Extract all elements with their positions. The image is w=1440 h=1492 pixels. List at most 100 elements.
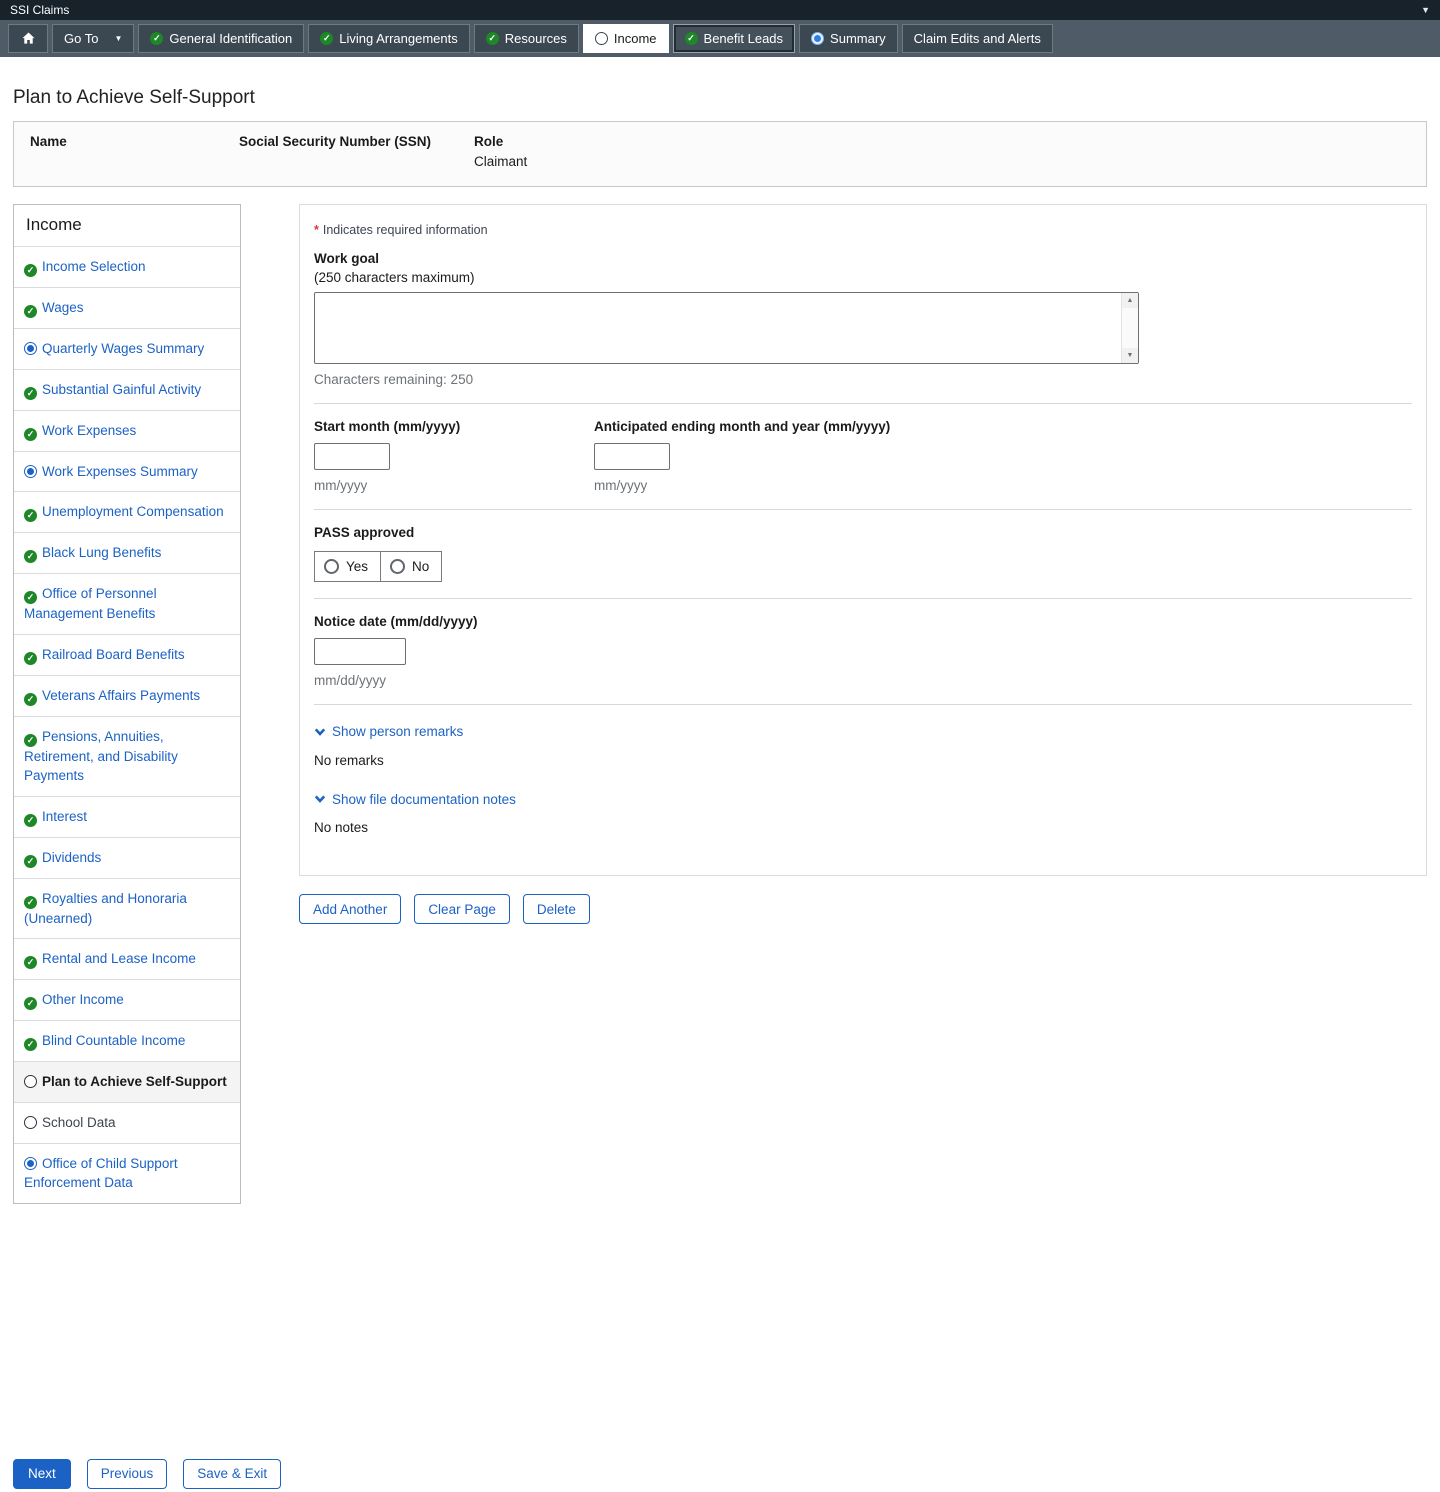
check-icon: ✓ xyxy=(24,814,37,827)
sidebar-item-school-data[interactable]: School Data xyxy=(14,1102,240,1143)
pass-approved-yes-radio[interactable]: Yes xyxy=(315,552,380,581)
sidebar-item-label: Income Selection xyxy=(42,259,146,274)
target-icon xyxy=(24,465,37,478)
check-icon: ✓ xyxy=(685,32,698,45)
tab-resources[interactable]: ✓Resources xyxy=(474,24,579,53)
sidebar-item-wages[interactable]: ✓Wages xyxy=(14,287,240,328)
sidebar-item-dividends[interactable]: ✓Dividends xyxy=(14,837,240,878)
person-name-col: Name xyxy=(30,134,239,170)
sidebar-item-quarterly-wages-summary[interactable]: Quarterly Wages Summary xyxy=(14,328,240,369)
name-label: Name xyxy=(30,134,239,149)
add-another-button[interactable]: Add Another xyxy=(299,894,401,924)
clear-page-button[interactable]: Clear Page xyxy=(414,894,510,924)
income-sidebar: Income ✓ Income Selection ✓Wages Quarterly … xyxy=(13,204,241,1204)
check-icon: ✓ xyxy=(24,1038,37,1051)
sidebar-item-label: Other Income xyxy=(42,992,124,1007)
sidebar-item-work-expenses-summary[interactable]: Work Expenses Summary xyxy=(14,451,240,492)
titlebar-dropdown-icon[interactable]: ▼ xyxy=(1421,5,1430,15)
name-value xyxy=(30,154,239,170)
sidebar-item-pensions-annuities-retirement-and-disability-payments[interactable]: ✓Pensions, Annuities, Retirement, and Di… xyxy=(14,716,240,796)
circle-icon xyxy=(595,32,608,45)
tab-summary[interactable]: Summary xyxy=(799,24,898,53)
required-note-text: Indicates required information xyxy=(323,223,488,237)
main-column: *Indicates required information Work goa… xyxy=(299,204,1427,924)
target-icon xyxy=(811,32,824,45)
tab-income[interactable]: Income xyxy=(583,24,669,53)
role-value: Claimant xyxy=(474,154,1410,170)
sidebar-item-plan-to-achieve-self-support[interactable]: Plan to Achieve Self-Support xyxy=(14,1061,240,1102)
sidebar-item-label: Office of Child Support Enforcement Data xyxy=(24,1156,178,1191)
sidebar-item-veterans-affairs-payments[interactable]: ✓ Veterans Affairs Payments xyxy=(14,675,240,716)
sidebar-item-label: Black Lung Benefits xyxy=(42,545,161,560)
page-body: Plan to Achieve Self-Support Name Social… xyxy=(0,87,1440,1489)
goto-dropdown[interactable]: Go To ▼ xyxy=(52,24,134,53)
radio-circle-icon xyxy=(390,559,405,574)
person-remarks-toggle-label: Show person remarks xyxy=(332,724,463,739)
check-icon: ✓ xyxy=(486,32,499,45)
app-title: SSI Claims xyxy=(10,3,69,17)
sidebar-item-royalties-and-honoraria-unearned[interactable]: ✓Royalties and Honoraria (Unearned) xyxy=(14,878,240,939)
check-icon: ✓ xyxy=(24,734,37,747)
person-role-col: Role Claimant xyxy=(474,134,1410,170)
tab-living-arrangements[interactable]: ✓Living Arrangements xyxy=(308,24,470,53)
sidebar-item-unemployment-compensation[interactable]: ✓Unemployment Compensation xyxy=(14,491,240,532)
sidebar-item-office-of-child-support-enforcement-data[interactable]: Office of Child Support Enforcement Data xyxy=(14,1143,240,1203)
sidebar-item-black-lung-benefits[interactable]: ✓ Black Lung Benefits xyxy=(14,532,240,573)
target-icon xyxy=(24,1157,37,1170)
home-button[interactable] xyxy=(8,24,48,53)
sidebar-item-label: School Data xyxy=(42,1115,116,1130)
check-icon: ✓ xyxy=(24,264,37,277)
home-icon xyxy=(21,31,36,46)
person-remarks-content: No remarks xyxy=(314,753,1412,768)
scroll-up-icon[interactable]: ▲ xyxy=(1122,293,1138,308)
sidebar-item-railroad-board-benefits[interactable]: ✓Railroad Board Benefits xyxy=(14,634,240,675)
sidebar-item-label: Rental and Lease Income xyxy=(42,951,196,966)
scroll-down-icon[interactable]: ▼ xyxy=(1122,348,1138,363)
next-button[interactable]: Next xyxy=(13,1459,71,1489)
sidebar-item-label: Work Expenses xyxy=(42,423,136,438)
show-person-remarks-toggle[interactable]: Show person remarks xyxy=(314,724,463,739)
sidebar-item-label: Veterans Affairs Payments xyxy=(42,688,200,703)
save-exit-button[interactable]: Save & Exit xyxy=(183,1459,281,1489)
sidebar-item-label: Blind Countable Income xyxy=(42,1033,185,1048)
textarea-scrollbar[interactable]: ▲ ▼ xyxy=(1121,293,1138,363)
check-icon: ✓ xyxy=(24,550,37,563)
section-divider xyxy=(314,509,1412,510)
sidebar-item-substantial-gainful-activity[interactable]: ✓Substantial Gainful Activity xyxy=(14,369,240,410)
file-notes-toggle-label: Show file documentation notes xyxy=(332,792,516,807)
check-icon: ✓ xyxy=(24,428,37,441)
tab-label: Income xyxy=(614,31,657,46)
check-icon: ✓ xyxy=(24,509,37,522)
tab-benefit-leads[interactable]: ✓Benefit Leads xyxy=(673,24,796,53)
sidebar-item-other-income[interactable]: ✓Other Income xyxy=(14,979,240,1020)
tab-label: General Identification xyxy=(169,31,292,46)
show-file-notes-toggle[interactable]: Show file documentation notes xyxy=(314,792,516,807)
previous-button[interactable]: Previous xyxy=(87,1459,168,1489)
check-icon: ✓ xyxy=(24,591,37,604)
tab-general-identification[interactable]: ✓General Identification xyxy=(138,24,304,53)
sidebar-item-label: Dividends xyxy=(42,850,101,865)
sidebar-item-office-of-personnel-management-benefits[interactable]: ✓Office of Personnel Management Benefits xyxy=(14,573,240,634)
sidebar-item-work-expenses[interactable]: ✓ Work Expenses xyxy=(14,410,240,451)
work-goal-textarea[interactable] xyxy=(314,292,1139,364)
ssn-value xyxy=(239,154,474,170)
pass-approved-no-radio[interactable]: No xyxy=(380,552,441,581)
section-divider xyxy=(314,403,1412,404)
sidebar-item-income-selection[interactable]: ✓ Income Selection xyxy=(14,246,240,287)
chevron-down-icon xyxy=(314,726,326,738)
sidebar-item-label: Pensions, Annuities, Retirement, and Dis… xyxy=(24,729,178,784)
notice-date-input[interactable] xyxy=(314,638,406,665)
chevron-down-icon: ▼ xyxy=(114,34,122,43)
tab-claim-edits-and-alerts[interactable]: Claim Edits and Alerts xyxy=(902,24,1053,53)
nav-tabs: ✓General Identification✓Living Arrangeme… xyxy=(138,24,1052,53)
start-month-input[interactable] xyxy=(314,443,390,470)
sidebar-item-rental-and-lease-income[interactable]: ✓Rental and Lease Income xyxy=(14,938,240,979)
sidebar-item-interest[interactable]: ✓Interest xyxy=(14,796,240,837)
sidebar-item-blind-countable-income[interactable]: ✓ Blind Countable Income xyxy=(14,1020,240,1061)
check-icon: ✓ xyxy=(24,387,37,400)
sidebar-item-label: Quarterly Wages Summary xyxy=(42,341,204,356)
ending-month-input[interactable] xyxy=(594,443,670,470)
check-icon: ✓ xyxy=(24,693,37,706)
delete-button[interactable]: Delete xyxy=(523,894,590,924)
sidebar-title: Income xyxy=(14,205,240,246)
